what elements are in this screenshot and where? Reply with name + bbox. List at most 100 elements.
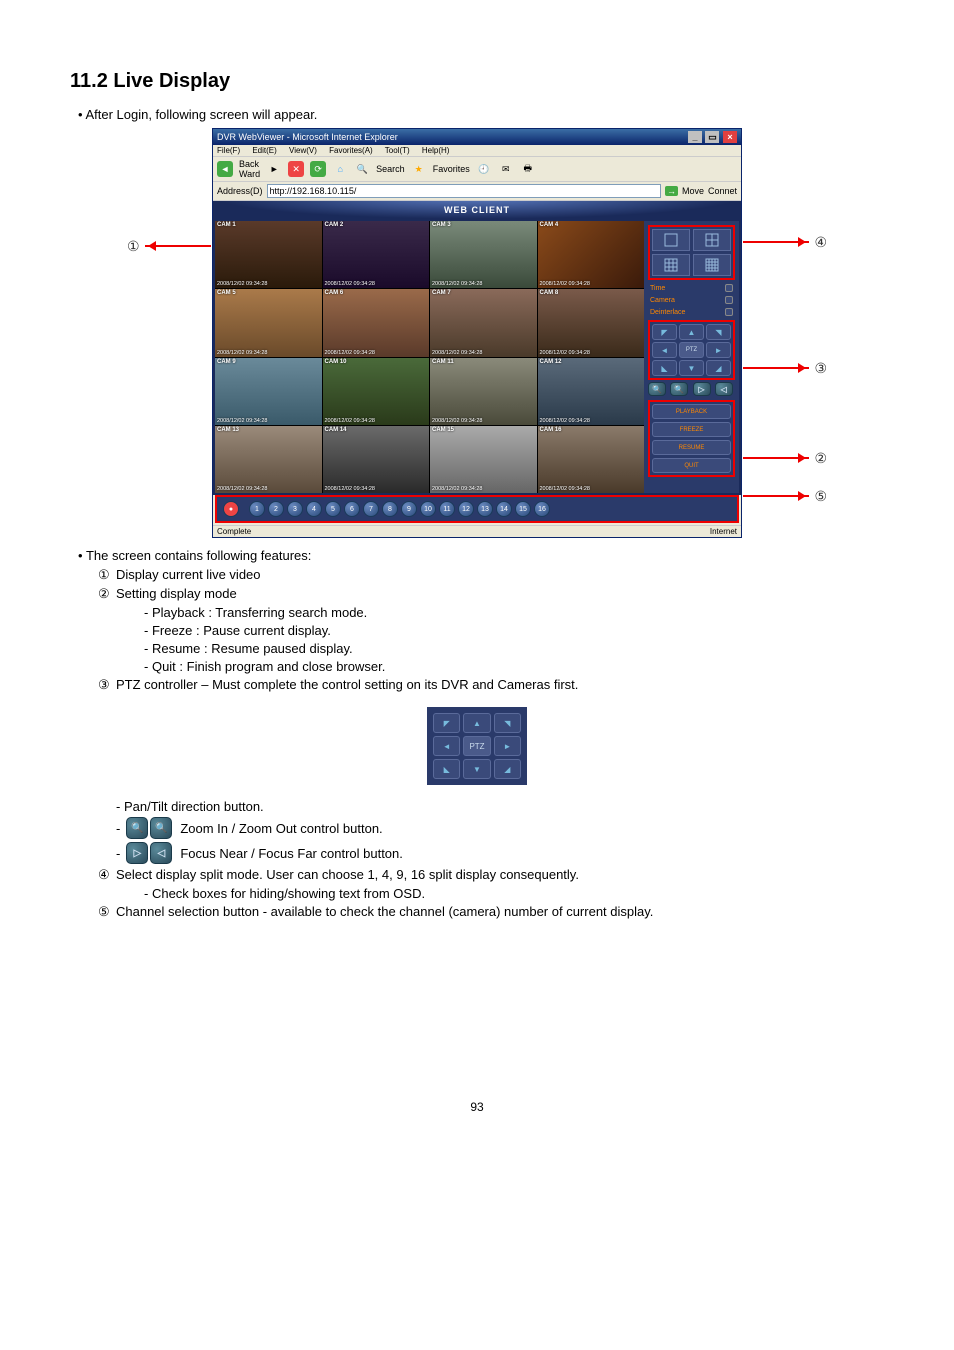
ptz-right-button[interactable]: ► — [706, 342, 731, 358]
camera-cell[interactable]: CAM 162008/12/02 09:34:28 — [538, 426, 645, 493]
go-icon[interactable]: → — [665, 186, 678, 196]
camera-cell[interactable]: CAM 142008/12/02 09:34:28 — [323, 426, 430, 493]
split-4-button[interactable] — [693, 229, 731, 251]
menu-file[interactable]: File(F) — [217, 146, 240, 155]
ptz-upright-button[interactable]: ◥ — [706, 324, 731, 340]
ptz-upright-button[interactable]: ◥ — [494, 713, 521, 733]
home-icon[interactable]: ⌂ — [332, 161, 348, 177]
ie-window: DVR WebViewer - Microsoft Internet Explo… — [212, 128, 742, 538]
ptz-right-button[interactable]: ► — [494, 736, 521, 756]
status-internet: Internet — [710, 527, 737, 536]
back-icon[interactable]: ◄ — [217, 161, 233, 177]
camera-cell[interactable]: CAM 42008/12/02 09:34:28 — [538, 221, 645, 288]
channel-button[interactable]: 7 — [363, 501, 379, 517]
quit-button[interactable]: QUIT — [652, 458, 731, 473]
camera-cell[interactable]: CAM 92008/12/02 09:34:28 — [215, 358, 322, 425]
channel-button[interactable]: 14 — [496, 501, 512, 517]
focus-near-icon[interactable]: ▷ — [693, 382, 711, 396]
menu-bar[interactable]: File(F) Edit(E) View(V) Favorites(A) Too… — [213, 145, 741, 156]
camera-cell[interactable]: CAM 132008/12/02 09:34:28 — [215, 426, 322, 493]
ptz-downleft-button[interactable]: ◣ — [433, 759, 460, 779]
window-buttons[interactable]: _ ▭ × — [687, 131, 737, 143]
ptz-up-button[interactable]: ▲ — [463, 713, 490, 733]
callout-3: ③ — [814, 360, 827, 377]
favorites-icon[interactable]: ★ — [411, 161, 427, 177]
close-icon[interactable]: × — [723, 131, 737, 143]
ptz-upleft-button[interactable]: ◤ — [652, 324, 677, 340]
split-9-button[interactable] — [652, 254, 690, 276]
channel-button[interactable]: 9 — [401, 501, 417, 517]
minimize-icon[interactable]: _ — [688, 131, 702, 143]
ptz-left-button[interactable]: ◄ — [433, 736, 460, 756]
ptz-down-button[interactable]: ▼ — [463, 759, 490, 779]
channel-button[interactable]: 12 — [458, 501, 474, 517]
channel-button[interactable]: 6 — [344, 501, 360, 517]
channel-button[interactable]: 5 — [325, 501, 341, 517]
channel-button[interactable]: 4 — [306, 501, 322, 517]
ptz-downright-button[interactable]: ◢ — [494, 759, 521, 779]
resume-button[interactable]: RESUME — [652, 440, 731, 455]
history-icon[interactable]: 🕘 — [476, 161, 492, 177]
checkbox[interactable] — [725, 284, 733, 292]
channel-button[interactable]: 2 — [268, 501, 284, 517]
camera-cell[interactable]: CAM 122008/12/02 09:34:28 — [538, 358, 645, 425]
camera-cell[interactable]: CAM 112008/12/02 09:34:28 — [430, 358, 537, 425]
features-intro: The screen contains following features: — [78, 548, 884, 563]
camera-cell[interactable]: CAM 82008/12/02 09:34:28 — [538, 289, 645, 356]
camera-cell[interactable]: CAM 102008/12/02 09:34:28 — [323, 358, 430, 425]
split-mode-group — [648, 225, 735, 280]
checkbox[interactable] — [725, 296, 733, 304]
channel-button[interactable]: 3 — [287, 501, 303, 517]
ptz-downleft-button[interactable]: ◣ — [652, 360, 677, 376]
camera-cell[interactable]: CAM 152008/12/02 09:34:28 — [430, 426, 537, 493]
channel-button[interactable]: 13 — [477, 501, 493, 517]
camera-cell[interactable]: CAM 52008/12/02 09:34:28 — [215, 289, 322, 356]
freeze-button[interactable]: FREEZE — [652, 422, 731, 437]
camera-cell[interactable]: CAM 72008/12/02 09:34:28 — [430, 289, 537, 356]
feature-2-sub: Playback : Transferring search mode. — [144, 605, 884, 620]
address-input[interactable] — [267, 184, 661, 198]
address-bar: Address(D) → Move Connet — [213, 182, 741, 201]
feature-3-sub2-row: - 🔍 🔍 Zoom In / Zoom Out control button. — [116, 817, 884, 839]
channel-button[interactable]: 16 — [534, 501, 550, 517]
camera-cell[interactable]: CAM 32008/12/02 09:34:28 — [430, 221, 537, 288]
split-16-button[interactable] — [693, 254, 731, 276]
forward-icon[interactable]: ► — [266, 161, 282, 177]
feature-5: Channel selection button - available to … — [116, 904, 653, 919]
ptz-up-button[interactable]: ▲ — [679, 324, 704, 340]
back-label: BackWard — [239, 159, 260, 179]
move-label: Move — [682, 186, 704, 196]
channel-button[interactable]: 11 — [439, 501, 455, 517]
refresh-icon[interactable]: ⟳ — [310, 161, 326, 177]
ptz-downright-button[interactable]: ◢ — [706, 360, 731, 376]
menu-tool[interactable]: Tool(T) — [385, 146, 410, 155]
ptz-down-button[interactable]: ▼ — [679, 360, 704, 376]
focus-far-icon[interactable]: ◁ — [715, 382, 733, 396]
channel-button[interactable]: 1 — [249, 501, 265, 517]
search-icon[interactable]: 🔍 — [354, 161, 370, 177]
menu-view[interactable]: View(V) — [289, 146, 317, 155]
menu-favorites[interactable]: Favorites(A) — [329, 146, 373, 155]
stop-icon[interactable]: ✕ — [288, 161, 304, 177]
address-label: Address(D) — [217, 186, 263, 196]
menu-help[interactable]: Help(H) — [422, 146, 450, 155]
ptz-left-button[interactable]: ◄ — [652, 342, 677, 358]
feature-1: Display current live video — [116, 567, 261, 582]
playback-button[interactable]: PLAYBACK — [652, 404, 731, 419]
record-icon[interactable]: ● — [223, 501, 239, 517]
maximize-icon[interactable]: ▭ — [705, 131, 719, 143]
camera-cell[interactable]: CAM 12008/12/02 09:34:28 — [215, 221, 322, 288]
print-icon[interactable]: 🖶 — [520, 161, 536, 177]
channel-button[interactable]: 8 — [382, 501, 398, 517]
ptz-upleft-button[interactable]: ◤ — [433, 713, 460, 733]
menu-edit[interactable]: Edit(E) — [252, 146, 276, 155]
split-1-button[interactable] — [652, 229, 690, 251]
channel-button[interactable]: 15 — [515, 501, 531, 517]
zoom-in-icon[interactable]: 🔍 — [648, 382, 666, 396]
camera-cell[interactable]: CAM 62008/12/02 09:34:28 — [323, 289, 430, 356]
checkbox[interactable] — [725, 308, 733, 316]
mail-icon[interactable]: ✉ — [498, 161, 514, 177]
camera-cell[interactable]: CAM 22008/12/02 09:34:28 — [323, 221, 430, 288]
channel-button[interactable]: 10 — [420, 501, 436, 517]
zoom-out-icon[interactable]: 🔍 — [670, 382, 688, 396]
